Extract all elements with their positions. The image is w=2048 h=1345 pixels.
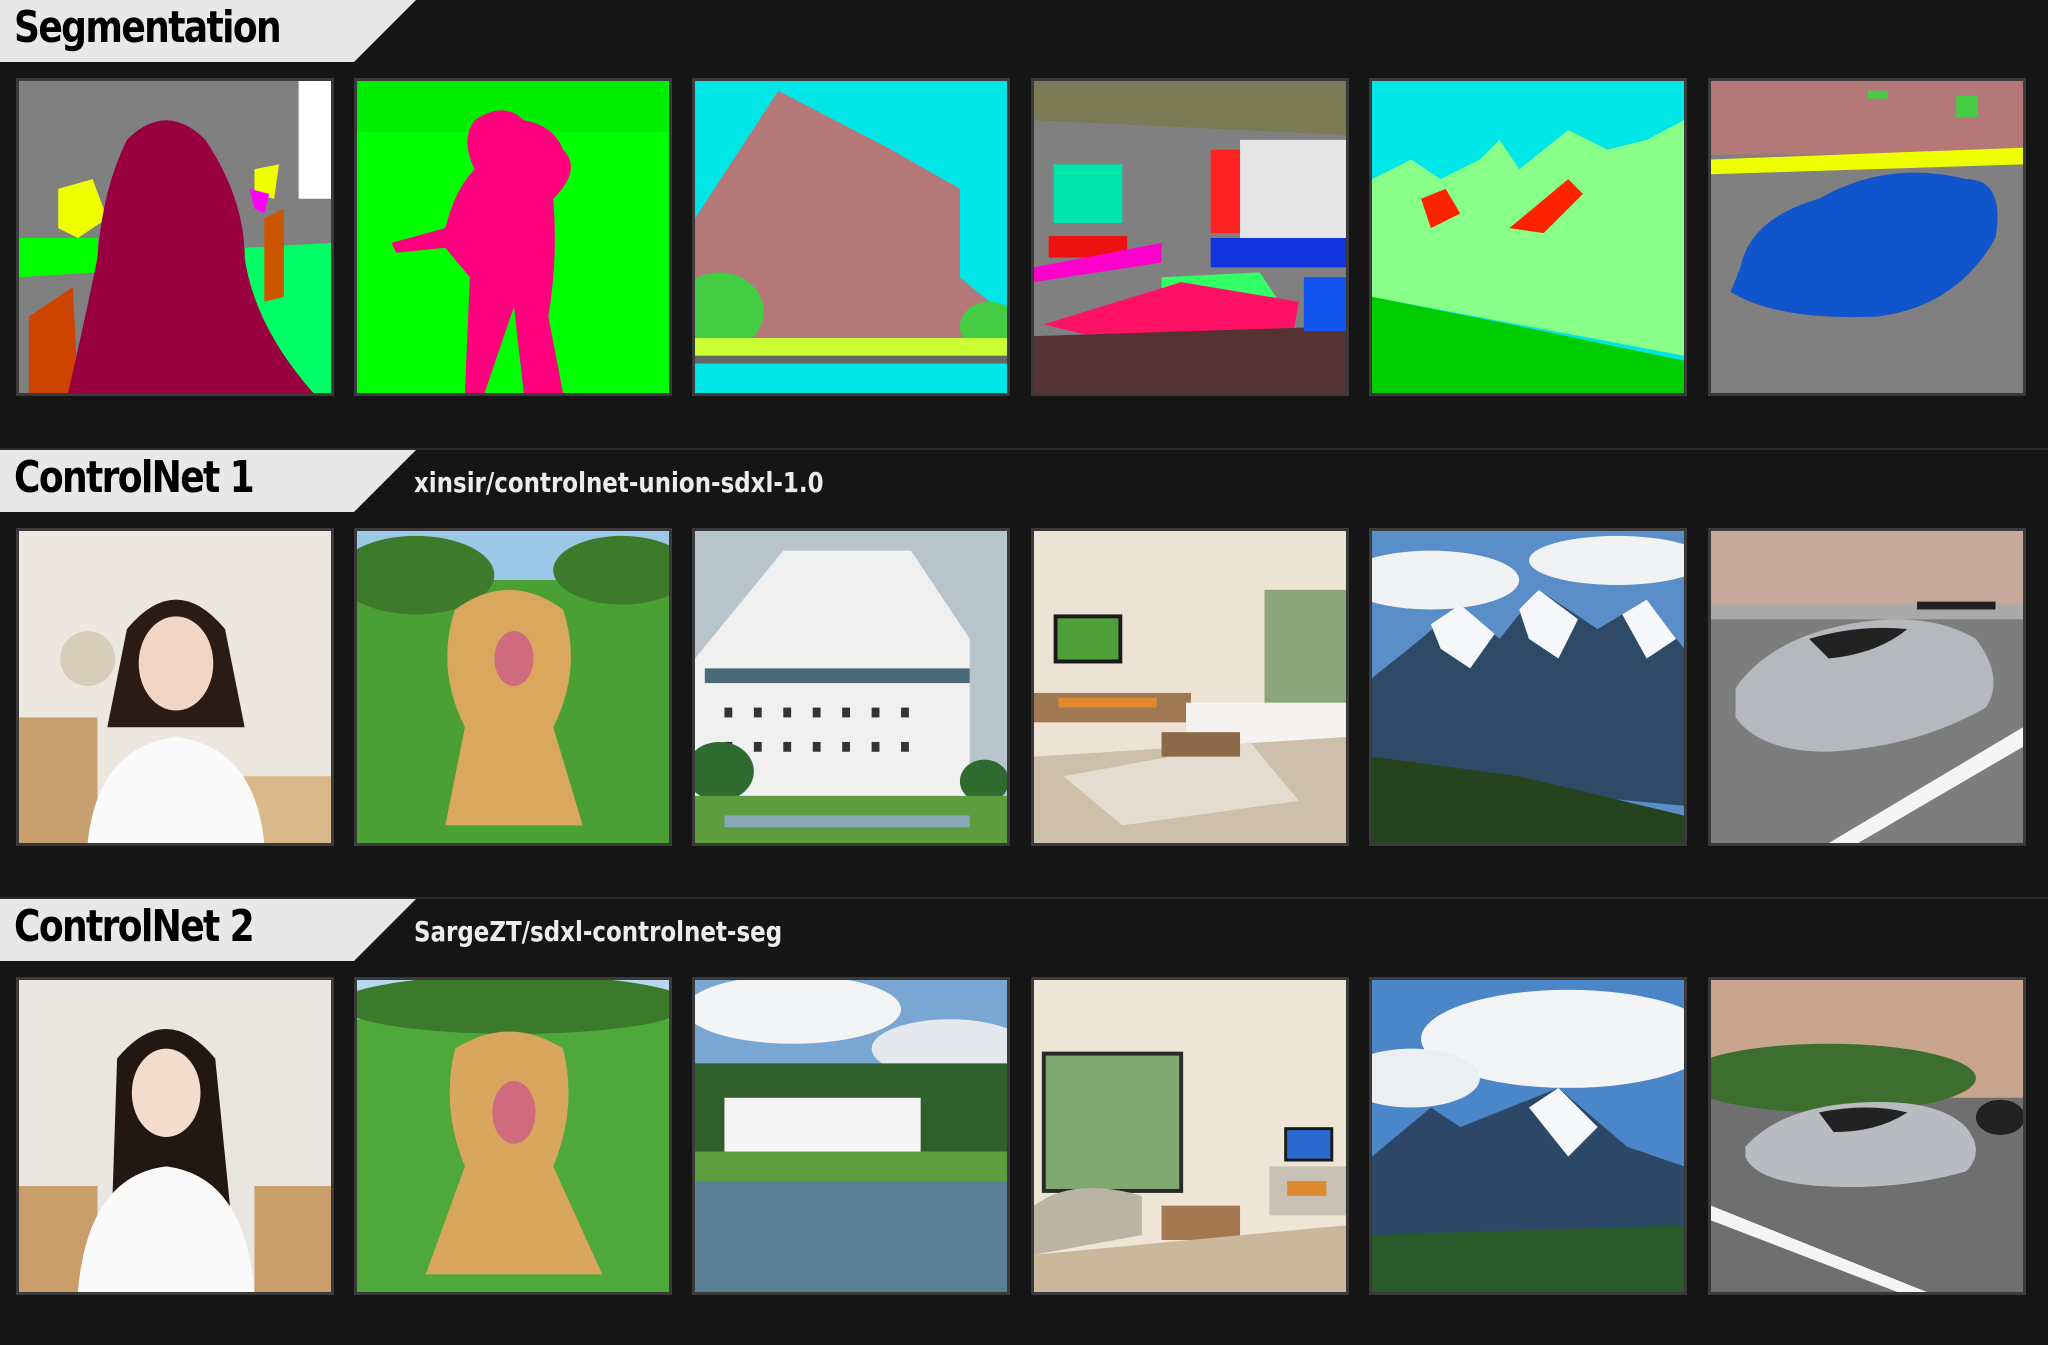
building-photo bbox=[692, 528, 1010, 846]
living-room-photo bbox=[1031, 528, 1349, 846]
mountains-segmentation-map bbox=[1369, 78, 1687, 396]
section-header-tab: ControlNet 1 bbox=[0, 450, 416, 512]
section-header-tab: ControlNet 2 bbox=[0, 899, 416, 961]
model-name: xinsir/controlnet-union-sdxl-1.0 bbox=[414, 466, 824, 499]
section-header-tab: Segmentation bbox=[0, 0, 416, 62]
living-room-photo bbox=[1031, 977, 1349, 1295]
section-title: ControlNet 1 bbox=[14, 452, 254, 503]
mountains-photo bbox=[1369, 528, 1687, 846]
woman-segmentation-map bbox=[16, 78, 334, 396]
car-street-photo bbox=[1708, 977, 2026, 1295]
section-divider bbox=[0, 897, 2048, 899]
living-room-segmentation-map bbox=[1031, 78, 1349, 396]
section-divider bbox=[0, 448, 2048, 450]
building-segmentation-map bbox=[692, 78, 1010, 396]
building-photo bbox=[692, 977, 1010, 1295]
dog-photo bbox=[354, 528, 672, 846]
dog-segmentation-map bbox=[354, 78, 672, 396]
woman-photo bbox=[16, 528, 334, 846]
dog-photo bbox=[354, 977, 672, 1295]
section-title: Segmentation bbox=[14, 2, 281, 53]
mountains-photo bbox=[1369, 977, 1687, 1295]
model-name: SargeZT/sdxl-controlnet-seg bbox=[414, 915, 783, 948]
car-street-photo bbox=[1708, 528, 2026, 846]
woman-photo bbox=[16, 977, 334, 1295]
section-title: ControlNet 2 bbox=[14, 901, 254, 952]
car-street-segmentation-map bbox=[1708, 78, 2026, 396]
